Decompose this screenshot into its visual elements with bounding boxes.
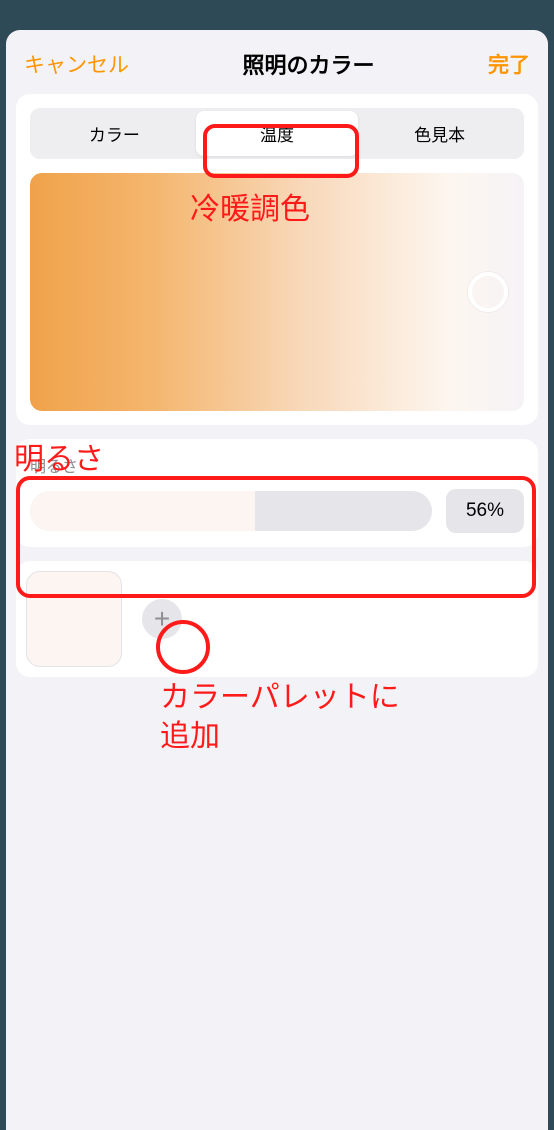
brightness-fill xyxy=(30,491,255,531)
color-mode-card: カラー 温度 色見本 xyxy=(16,94,538,425)
temperature-handle[interactable] xyxy=(468,272,508,312)
modal-sheet: キャンセル 照明のカラー 完了 カラー 温度 色見本 明るさ 56% + xyxy=(6,30,548,1130)
header-bar: キャンセル 照明のカラー 完了 xyxy=(6,30,548,94)
plus-icon: + xyxy=(154,605,170,633)
annotation-text-add: カラーパレットに 追加 xyxy=(160,678,400,756)
cancel-button[interactable]: キャンセル xyxy=(24,49,129,79)
done-button[interactable]: 完了 xyxy=(488,49,530,79)
page-title: 照明のカラー xyxy=(242,48,374,80)
brightness-label: 明るさ xyxy=(30,453,524,477)
brightness-value-badge: 56% xyxy=(446,489,524,533)
palette-row: + xyxy=(26,571,528,667)
temperature-gradient-picker[interactable] xyxy=(30,173,524,411)
palette-swatch[interactable] xyxy=(26,571,122,667)
brightness-slider[interactable] xyxy=(30,491,432,531)
brightness-card: 明るさ 56% xyxy=(16,439,538,547)
mode-segmented-control: カラー 温度 色見本 xyxy=(30,108,524,159)
palette-card: + xyxy=(16,561,538,677)
add-swatch-button[interactable]: + xyxy=(142,599,182,639)
tab-swatches[interactable]: 色見本 xyxy=(358,111,521,156)
tab-color[interactable]: カラー xyxy=(33,111,196,156)
brightness-row: 56% xyxy=(30,489,524,533)
tab-temperature[interactable]: 温度 xyxy=(196,111,359,156)
